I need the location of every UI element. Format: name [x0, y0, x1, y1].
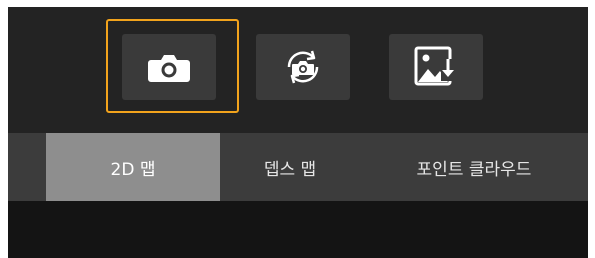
- capture-image-button[interactable]: [122, 34, 216, 100]
- continuous-capture-button[interactable]: [256, 34, 350, 100]
- save-image-button[interactable]: [389, 34, 483, 100]
- image-download-icon: [413, 45, 459, 89]
- tab-point-cloud[interactable]: 포인트 클라우드: [360, 133, 588, 201]
- capture-toolbar: [8, 7, 588, 133]
- tab-depth-map[interactable]: 뎁스 맵: [220, 133, 360, 201]
- camera-rotate-icon: [281, 47, 325, 87]
- view-tabs: 2D 맵 뎁스 맵 포인트 클라우드: [8, 133, 588, 201]
- camera-icon: [147, 50, 191, 84]
- image-viewport[interactable]: [8, 201, 588, 258]
- app-window: 2D 맵 뎁스 맵 포인트 클라우드: [8, 7, 588, 258]
- tab-2d-map[interactable]: 2D 맵: [46, 133, 220, 201]
